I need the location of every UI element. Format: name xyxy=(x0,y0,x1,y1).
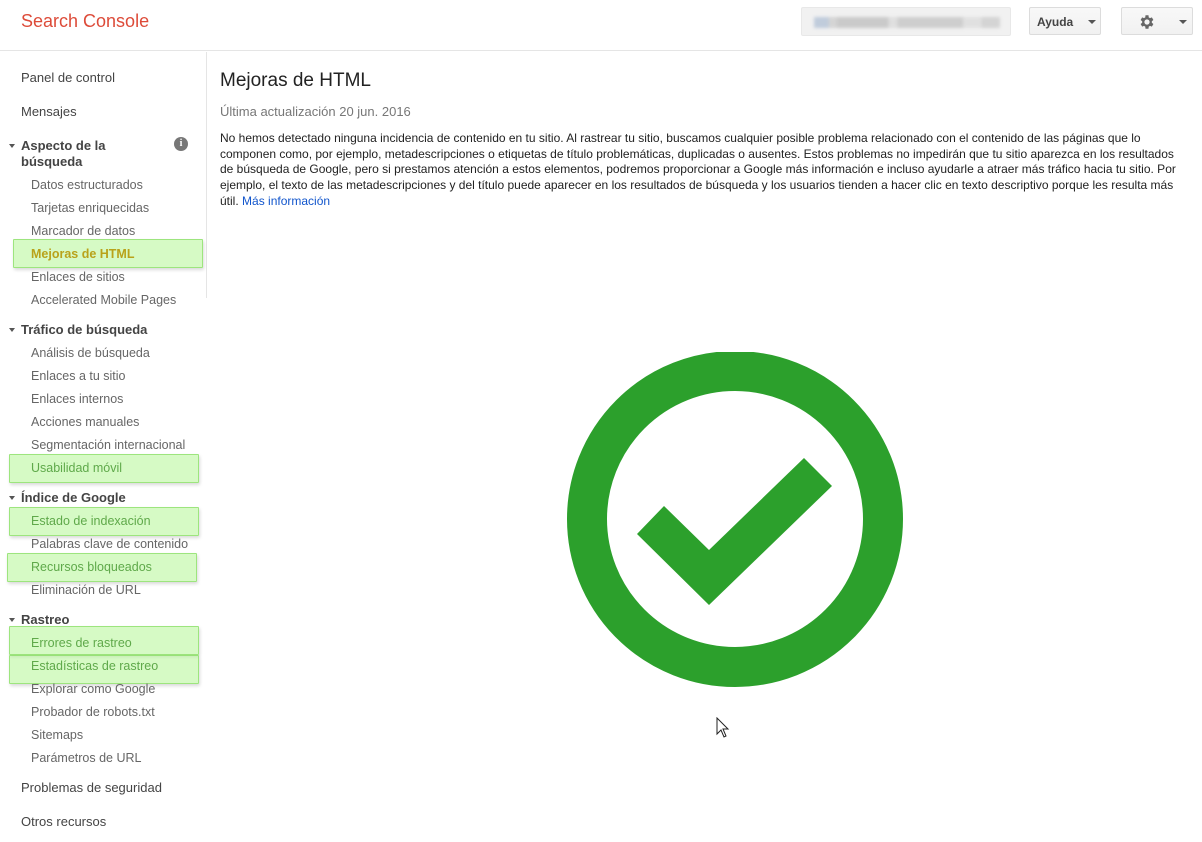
settings-button[interactable] xyxy=(1121,7,1193,35)
mouse-cursor-icon xyxy=(716,717,730,738)
sidebar-item-content-keywords[interactable]: Palabras clave de contenido xyxy=(31,537,188,551)
page-title: Mejoras de HTML xyxy=(220,70,371,91)
chevron-down-icon xyxy=(9,496,15,500)
section-title: Índice de Google xyxy=(21,490,126,505)
sidebar-item-html-improvements[interactable]: Mejoras de HTML xyxy=(31,247,135,261)
sidebar-item-crawl-errors[interactable]: Errores de rastreo xyxy=(31,636,132,650)
description: No hemos detectado ninguna incidencia de… xyxy=(220,131,1190,210)
chevron-down-icon xyxy=(9,144,15,148)
more-info-link[interactable]: Más información xyxy=(242,194,330,208)
sidebar-item-internal-links[interactable]: Enlaces internos xyxy=(31,392,123,406)
sidebar-item-search-analytics[interactable]: Análisis de búsqueda xyxy=(31,346,150,360)
chevron-down-icon xyxy=(9,618,15,622)
section-title: Aspecto de la búsqueda xyxy=(21,138,106,169)
last-updated: Última actualización 20 jun. 2016 xyxy=(220,104,411,119)
sidebar-item-url-parameters[interactable]: Parámetros de URL xyxy=(31,751,141,765)
sidebar-item-dashboard[interactable]: Panel de control xyxy=(21,70,115,85)
sidebar-item-index-status[interactable]: Estado de indexación xyxy=(31,514,151,528)
sidebar-item-manual-actions[interactable]: Acciones manuales xyxy=(31,415,139,429)
blurred-site-url xyxy=(814,17,1000,28)
app-logo[interactable]: Search Console xyxy=(21,11,149,32)
property-selector[interactable] xyxy=(801,7,1011,36)
chevron-down-icon xyxy=(1179,20,1187,24)
sidebar-item-data-highlighter[interactable]: Marcador de datos xyxy=(31,224,135,238)
sidebar-item-blocked-resources[interactable]: Recursos bloqueados xyxy=(31,560,152,574)
top-bar: Search Console Ayuda xyxy=(0,0,1202,51)
section-google-index[interactable]: Índice de Google xyxy=(9,490,126,506)
sidebar-item-rich-cards[interactable]: Tarjetas enriquecidas xyxy=(31,201,149,215)
info-icon[interactable]: i xyxy=(174,137,188,151)
sidebar-item-sitelinks[interactable]: Enlaces de sitios xyxy=(31,270,125,284)
section-title: Rastreo xyxy=(21,612,70,627)
sidebar-item-links-to-site[interactable]: Enlaces a tu sitio xyxy=(31,369,126,383)
sidebar-item-security-issues[interactable]: Problemas de seguridad xyxy=(21,780,162,795)
description-text: No hemos detectado ninguna incidencia de… xyxy=(220,131,1176,208)
sidebar-item-robots-tester[interactable]: Probador de robots.txt xyxy=(31,705,155,719)
sidebar-item-amp[interactable]: Accelerated Mobile Pages xyxy=(31,293,176,307)
sidebar-item-mobile-usability[interactable]: Usabilidad móvil xyxy=(31,461,122,475)
help-label: Ayuda xyxy=(1037,15,1074,29)
chevron-down-icon xyxy=(1088,20,1096,24)
sidebar-item-fetch-as-google[interactable]: Explorar como Google xyxy=(31,682,155,696)
chevron-down-icon xyxy=(9,328,15,332)
section-search-traffic[interactable]: Tráfico de búsqueda xyxy=(9,322,148,338)
help-button[interactable]: Ayuda xyxy=(1029,7,1101,35)
checkmark-circle-icon xyxy=(567,352,903,687)
sidebar-item-other-resources[interactable]: Otros recursos xyxy=(21,814,106,829)
section-title: Tráfico de búsqueda xyxy=(21,322,148,337)
sidebar-item-sitemaps[interactable]: Sitemaps xyxy=(31,728,83,742)
sidebar-item-remove-urls[interactable]: Eliminación de URL xyxy=(31,583,141,597)
sidebar-item-crawl-stats[interactable]: Estadísticas de rastreo xyxy=(31,659,158,673)
sidebar-divider xyxy=(206,52,207,298)
sidebar-item-messages[interactable]: Mensajes xyxy=(21,104,77,119)
gear-icon xyxy=(1140,15,1154,29)
sidebar-item-structured-data[interactable]: Datos estructurados xyxy=(31,178,143,192)
section-crawl[interactable]: Rastreo xyxy=(9,612,70,628)
sidebar-item-international-targeting[interactable]: Segmentación internacional xyxy=(31,438,185,452)
section-search-appearance[interactable]: Aspecto de la búsqueda xyxy=(9,138,151,170)
